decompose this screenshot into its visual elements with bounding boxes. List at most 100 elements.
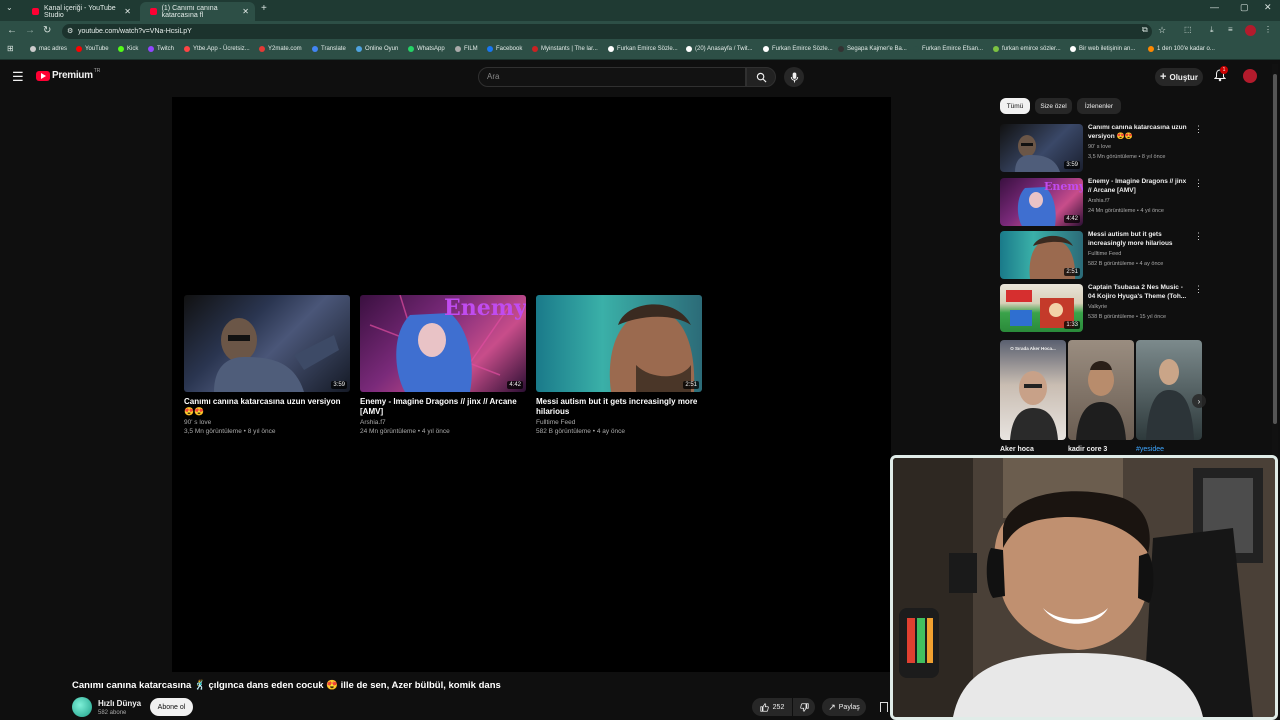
short-thumbnail-art	[1076, 361, 1126, 440]
bookmark-item[interactable]: Y2mate.com	[259, 46, 302, 52]
recommended-video[interactable]: 1:33 Captain Tsubasa 2 Nes Music - 04 Ko…	[1000, 284, 1210, 334]
endscreen-video-meta: 24 Mn görüntüleme • 4 yıl önce	[360, 428, 450, 435]
search-icon	[756, 72, 766, 82]
endscreen-video-card[interactable]: 3:59 Canımı canına katarcasına uzun vers…	[184, 295, 350, 435]
forward-icon[interactable]: →	[25, 25, 35, 36]
bookmark-item[interactable]: Kick	[118, 46, 138, 52]
browser-menu-icon[interactable]: ⋮	[1264, 25, 1272, 34]
maximize-icon[interactable]: ▢	[1240, 2, 1249, 13]
share-button[interactable]: ↗ Paylaş	[822, 698, 866, 716]
short-title[interactable]: Aker hoca	[1000, 446, 1034, 453]
search-input[interactable]: Ara	[478, 67, 746, 87]
video-player[interactable]: 3:59 Canımı canına katarcasına uzun vers…	[172, 97, 891, 672]
recommended-video[interactable]: 2:51 Messi autism but it gets increasing…	[1000, 231, 1210, 281]
endscreen-video-meta: 582 B görüntüleme • 4 ay önce	[536, 428, 626, 435]
channel-avatar[interactable]	[72, 697, 92, 717]
voice-search-button[interactable]	[784, 67, 804, 87]
bookmark-item[interactable]: Online Oyun	[356, 46, 398, 52]
short-thumbnail-art	[1010, 371, 1058, 440]
bookmark-item[interactable]: furkan emirce sözler...	[993, 46, 1061, 52]
short-title[interactable]: #yesidee	[1136, 446, 1164, 453]
subscribe-button[interactable]: Abone ol	[150, 698, 193, 716]
duration-badge: 3:59	[331, 381, 347, 389]
bookmark-label: Online Oyun	[365, 46, 399, 52]
endscreen-video-title: Messi autism but it gets increasingly mo…	[536, 397, 698, 416]
bookmark-favicon-icon	[993, 46, 999, 52]
bookmark-item[interactable]: YouTube	[76, 46, 109, 52]
bookmark-item[interactable]: Myinstants | The lar...	[532, 46, 598, 52]
short-title[interactable]: kadir core 3	[1068, 446, 1107, 453]
bookmark-item[interactable]: Furkan Emirce Efsan...	[913, 46, 983, 52]
bookmark-item[interactable]: 1 den 100'e kadar o...	[1148, 46, 1215, 52]
bookmark-star-icon[interactable]: ☆	[1158, 25, 1166, 36]
cast-icon[interactable]: ⧉	[1142, 25, 1148, 35]
chip-all[interactable]: Tümü	[1000, 98, 1030, 114]
bookmark-label: Translate	[321, 46, 346, 52]
new-tab-icon[interactable]: +	[261, 3, 267, 14]
bookmark-item[interactable]: Translate	[312, 46, 346, 52]
short-card[interactable]	[1068, 340, 1134, 440]
thumbs-up-icon	[760, 702, 769, 712]
bookmark-label: Myinstants | The lar...	[541, 46, 598, 52]
tab-list-chevron-icon[interactable]: ⌄	[6, 3, 13, 12]
recommended-video[interactable]: Enemy 4:42 Enemy - Imagine Dragons // ji…	[1000, 178, 1210, 228]
bookmark-item[interactable]: Furkan Emirce Sözle...	[608, 46, 678, 52]
address-bar-input[interactable]: ⚙ youtube.com/watch?v=VNa-HcsiLpY	[62, 24, 1152, 39]
more-actions-icon[interactable]: ⋮	[1194, 124, 1203, 135]
recommended-video[interactable]: 3:59 Canımı canına katarcasına uzun vers…	[1000, 124, 1210, 174]
notifications-button[interactable]: 1	[1214, 66, 1228, 82]
extensions-icon[interactable]: ⬚	[1184, 25, 1192, 34]
bookmark-item[interactable]: mac adres	[30, 46, 67, 52]
site-info-icon[interactable]: ⚙	[67, 24, 73, 39]
bookmark-item[interactable]: Twitch	[148, 46, 174, 52]
bookmark-item[interactable]: WhatsApp	[408, 46, 445, 52]
dislike-button[interactable]	[793, 698, 815, 716]
short-card[interactable]: O Sırada Aker Hoca...	[1000, 340, 1066, 440]
bookmark-item[interactable]: Furkan Emirce Sözle...	[763, 46, 833, 52]
shelf-next-chevron-icon[interactable]: ›	[1192, 394, 1206, 408]
bookmark-favicon-icon	[1070, 46, 1076, 52]
more-actions-icon[interactable]: ⋮	[1194, 231, 1203, 242]
channel-name[interactable]: Hızlı Dünya	[98, 699, 141, 708]
endscreen-video-card[interactable]: 2:51 Messi autism but it gets increasing…	[536, 295, 702, 435]
endscreen-video-card[interactable]: Enemy 4:42 Enemy - Imagine Dragons // ji…	[360, 295, 526, 435]
bookmark-item[interactable]: FILM	[455, 46, 478, 52]
tab-youtube-studio[interactable]: Kanal içeriği - YouTube Studio ✕	[22, 2, 137, 21]
short-card[interactable]	[1136, 340, 1202, 440]
bookmark-label: Bir web iletişinin an...	[1079, 46, 1136, 52]
account-avatar[interactable]	[1243, 69, 1257, 83]
apps-grid-icon[interactable]: ⊞	[7, 44, 14, 53]
download-icon[interactable]: ⤓	[1210, 25, 1214, 35]
minimize-icon[interactable]: —	[1210, 2, 1219, 12]
bookmark-item[interactable]: (20) Anasayfa / Twit...	[686, 46, 753, 52]
bookmark-favicon-icon	[487, 46, 493, 52]
tab-current-video[interactable]: (1) Canımı canına katarcasına fl ✕	[140, 2, 255, 21]
browser-toolbar: ← → ↻ ⚙ youtube.com/watch?v=VNa-HcsiLpY …	[0, 21, 1280, 42]
close-tab-icon[interactable]: ✕	[242, 7, 249, 16]
bookmark-favicon-icon	[455, 46, 461, 52]
browser-tab-bar: ⌄ Kanal içeriği - YouTube Studio ✕ (1) C…	[0, 0, 1280, 21]
back-icon[interactable]: ←	[7, 25, 17, 36]
hamburger-menu-icon[interactable]: ☰	[12, 69, 24, 85]
bookmark-item[interactable]: Bir web iletişinin an...	[1070, 46, 1135, 52]
like-button[interactable]: 252	[752, 698, 792, 716]
youtube-premium-logo[interactable]: Premium TR	[36, 68, 100, 81]
bookmark-label: Twitch	[157, 46, 175, 52]
close-tab-icon[interactable]: ✕	[124, 7, 131, 16]
create-button[interactable]: + Oluştur	[1155, 68, 1203, 86]
bookmark-item[interactable]: Facebook	[487, 46, 522, 52]
close-window-icon[interactable]: ✕	[1264, 2, 1272, 13]
media-control-icon[interactable]: ≡	[1228, 25, 1233, 34]
profile-avatar[interactable]	[1245, 25, 1256, 36]
chip-watched[interactable]: İzlenenler	[1077, 98, 1121, 114]
more-actions-icon[interactable]: ⋮	[1194, 178, 1203, 189]
search-button[interactable]	[746, 67, 776, 87]
save-icon[interactable]	[880, 702, 888, 712]
bookmark-item[interactable]: Ytbe.App - Ücretsiz...	[184, 46, 250, 52]
chip-for-you[interactable]: Size özel	[1035, 98, 1072, 114]
more-actions-icon[interactable]: ⋮	[1194, 284, 1203, 295]
bookmark-label: Furkan Emirce Efsan...	[922, 46, 984, 52]
bookmark-item[interactable]: Segapa Kajmer'e Ba...	[838, 46, 907, 52]
reload-icon[interactable]: ↻	[43, 25, 51, 36]
scrollbar-thumb[interactable]	[1273, 74, 1277, 424]
